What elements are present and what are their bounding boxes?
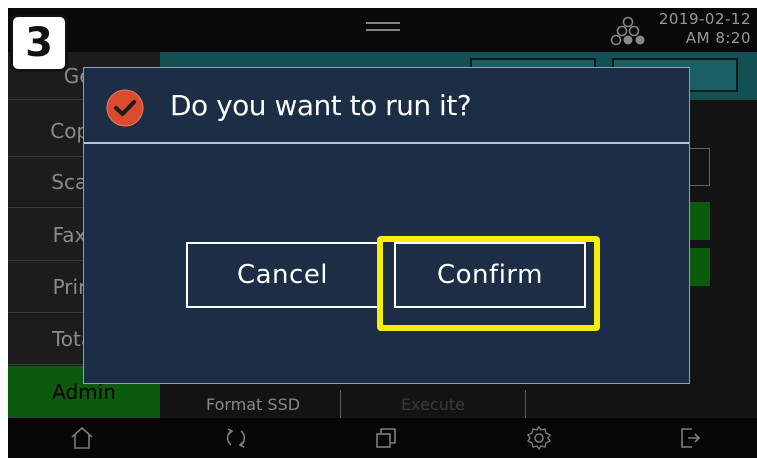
cancel-button[interactable]: Cancel [186,242,379,308]
dialog-header: Do you want to run it? [84,68,689,144]
confirm-highlight [377,236,600,331]
device-screen: 2019-02-12 AM 8:20 Gen Copy s Scan s Fax… [8,8,757,458]
step-badge: 3 [10,14,68,72]
check-circle-icon [106,89,144,127]
confirm-dialog: Do you want to run it? Cancel Confirm [83,67,690,384]
dialog-title: Do you want to run it? [170,89,472,122]
